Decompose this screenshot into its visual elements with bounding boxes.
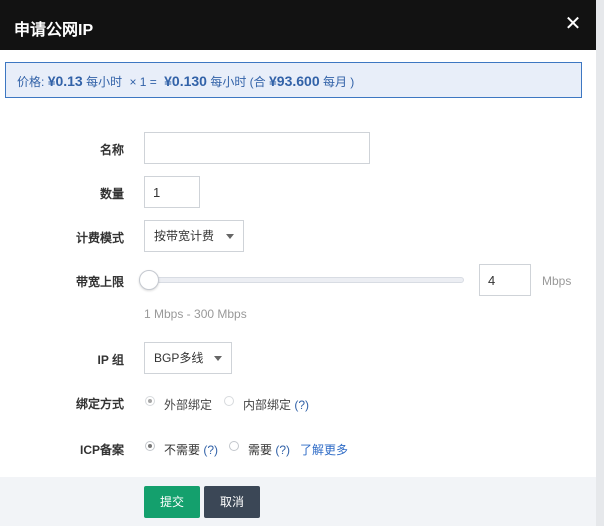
name-input[interactable] (144, 132, 370, 164)
bandwidth-label: 带宽上限 (75, 275, 124, 289)
cancel-button[interactable]: 取消 (204, 486, 260, 518)
help-icon[interactable]: (?) (275, 443, 290, 457)
billing-select[interactable]: 按带宽计费 (144, 220, 244, 252)
ip-group-selected: BGP多线 (154, 351, 204, 365)
binding-label: 绑定方式 (75, 397, 124, 411)
binding-internal-radio[interactable] (224, 396, 234, 406)
unit-price: ¥0.13 (47, 73, 83, 89)
billing-selected: 按带宽计费 (154, 229, 215, 243)
help-icon[interactable]: (?) (294, 398, 309, 412)
price-summary: 价格: ¥0.13 每小时 × 1 = ¥0.130 每小时 (合 ¥93.60… (17, 73, 354, 90)
dialog-footer (0, 477, 596, 526)
binding-internal-option: 内部绑定 (?) (243, 396, 309, 413)
chevron-down-icon (226, 234, 234, 239)
dialog-titlebar: 申请公网IP ✕ (0, 0, 596, 50)
binding-external-text: 外部绑定 (164, 398, 213, 412)
count-input[interactable] (144, 176, 200, 208)
ip-group-select[interactable]: BGP多线 (144, 342, 232, 374)
total-price: ¥0.130 (164, 73, 207, 89)
bandwidth-hint: 1 Mbps - 300 Mbps (144, 307, 247, 321)
price-banner: 价格: ¥0.13 每小时 × 1 = ¥0.130 每小时 (合 ¥93.60… (5, 62, 582, 98)
unit-period: 每小时 (86, 75, 123, 89)
icp-yes-radio[interactable] (229, 441, 239, 451)
icp-no-radio[interactable] (145, 441, 155, 451)
total-period: 每小时 (210, 75, 247, 89)
multiplier: × 1 = (129, 75, 157, 89)
chevron-down-icon (214, 356, 222, 361)
icp-label: ICP备案 (79, 443, 124, 457)
monthly-price: ¥93.600 (269, 73, 320, 89)
icp-no-option: 不需要 (?) (164, 441, 218, 458)
count-label: 数量 (99, 187, 124, 201)
bandwidth-slider-track[interactable] (146, 277, 464, 283)
icp-yes-option: 需要 (?) (248, 441, 290, 458)
monthly-period: 每月 ) (322, 75, 355, 89)
bandwidth-slider-handle[interactable] (139, 270, 159, 290)
binding-internal-text: 内部绑定 (243, 398, 292, 412)
monthly-open: (合 (249, 75, 266, 89)
binding-external-radio[interactable] (145, 396, 155, 406)
billing-label: 计费模式 (75, 231, 124, 245)
bandwidth-unit: Mbps (542, 274, 572, 288)
close-icon[interactable]: ✕ (563, 14, 583, 34)
submit-button[interactable]: 提交 (144, 486, 200, 518)
dialog-title: 申请公网IP (14, 22, 94, 39)
ip-group-label: IP 组 (97, 353, 124, 367)
learn-more-link[interactable]: 了解更多 (300, 441, 348, 458)
price-label: 价格: (17, 75, 45, 89)
icp-no-text: 不需要 (164, 443, 201, 457)
page-background-strip (596, 0, 604, 526)
help-icon[interactable]: (?) (203, 443, 218, 457)
bandwidth-input[interactable] (479, 264, 531, 296)
icp-yes-text: 需要 (248, 443, 273, 457)
name-label: 名称 (99, 143, 124, 157)
